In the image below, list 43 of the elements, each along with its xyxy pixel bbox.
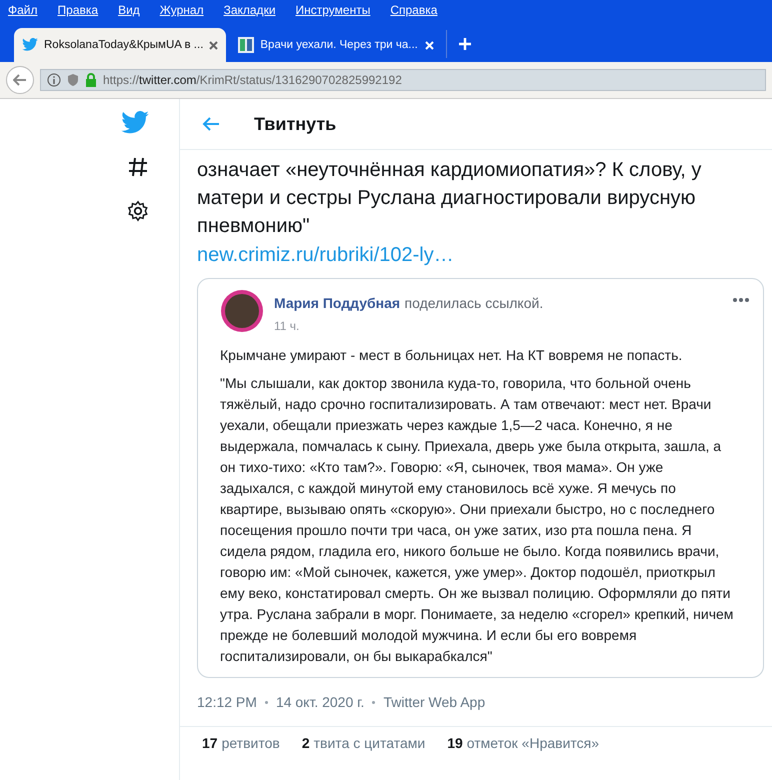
settings-icon[interactable] xyxy=(127,200,149,222)
lock-icon xyxy=(85,73,97,87)
hashtag-icon[interactable] xyxy=(127,156,149,178)
browser-tab[interactable]: Врачи уехали. Через три ча... xyxy=(230,28,442,62)
browser-tab[interactable]: RoksolanaToday&КрымUA в ... xyxy=(14,28,226,62)
separator-dot xyxy=(372,700,376,704)
tweet-stat[interactable]: 2 твита с цитатами xyxy=(302,735,426,751)
tweet-stat[interactable]: 19 отметок «Нравится» xyxy=(447,735,600,751)
post-headline: Крымчане умирают - мест в больницах нет. На КТ вовремя не попасть. xyxy=(220,347,684,363)
menu-item[interactable]: Правка xyxy=(58,3,98,19)
page-icon xyxy=(238,37,254,53)
share-action: поделилась ссылкой. xyxy=(404,295,544,311)
avatar xyxy=(220,289,264,333)
menu-item[interactable]: Файл xyxy=(8,3,38,19)
page-title: Твитнуть xyxy=(254,114,336,134)
menu-item[interactable]: Справка xyxy=(390,3,438,19)
shield-icon[interactable] xyxy=(67,73,79,87)
new-tab-icon[interactable] xyxy=(459,38,472,50)
more-icon[interactable] xyxy=(733,298,749,302)
tweet-meta[interactable]: Twitter Web App xyxy=(383,694,486,710)
back-button[interactable] xyxy=(6,66,34,94)
back-arrow-icon[interactable] xyxy=(13,73,27,87)
post-time: 11 ч. xyxy=(274,319,300,333)
tweet-meta: 12:12 PM xyxy=(197,694,257,710)
tab-title: Врачи уехали. Через три ча... xyxy=(260,39,419,51)
address-field[interactable]: https://twitter.com/KrimRt/status/1316290702825992192 xyxy=(40,69,766,91)
bird-icon xyxy=(22,38,38,52)
tab-title: RoksolanaToday&КрымUA в ... xyxy=(44,39,204,51)
tweet-meta: 14 окт. 2020 г. xyxy=(276,694,364,710)
info-icon[interactable] xyxy=(47,73,61,87)
bird-logo-icon xyxy=(121,111,149,134)
menu-item[interactable]: Журнал xyxy=(160,3,204,19)
url-text: https://twitter.com/KrimRt/status/1316290702825992192 xyxy=(103,73,402,87)
back-arrow-icon[interactable] xyxy=(202,116,220,132)
menu-item[interactable]: Инструменты xyxy=(296,3,370,19)
author-name[interactable]: Мария Поддубная xyxy=(274,295,400,311)
tweet-text: означает «неуточнённая кардиомиопатия»? К слову, у матери и сестры Руслана диагностировали вирусную пневмонию" xyxy=(196,158,702,239)
menu-item[interactable]: Закладки xyxy=(224,3,276,19)
close-icon[interactable] xyxy=(209,40,218,50)
menu-item[interactable]: Вид xyxy=(118,3,140,19)
separator-dot xyxy=(264,700,268,704)
post-text: "Мы слышали, как доктор звонила куда-то, говорила, что больной очень тяжёлый, надо срочно госпитализировать. А там отвечают: мест нет. Врачи уехали, обещали приезжать через каждые 1,5—2 часа. Конечно, я не выдержала, помчалась к сыну. Приехала, дверь уже была открыта, зашла, а он тихо-тихо: «Кто там?». Говорю: «Я, сыночек, твоя мама». Он уже задыхался, с каждой минутой ему становилось всё хуже. Я мечусь по квартире, вызываю опять «скорую». Они приехали быстро, но с последнего посещения прошло почти три часа, он уже затих, изо рта пошла пена. Я сидела рядом, гладила его, никого больше не было. Когда появились врачи, говорю им: «Мой сыночек, кажется, уже умер». Доктор подошёл, приоткрыл ему веко, констатировал смерть. Он же вызвал полицию. Оформляли до пяти утра. Руслана забрали в морг. Понимаете, за неделю «сгорел» крепкий, ничем прежде не болевший молодой мужчина. И если бы его вовремя госпитализировали, он бы выкарабкался" xyxy=(220,374,734,666)
tweet-stat[interactable]: 17 ретвитов xyxy=(202,735,280,751)
